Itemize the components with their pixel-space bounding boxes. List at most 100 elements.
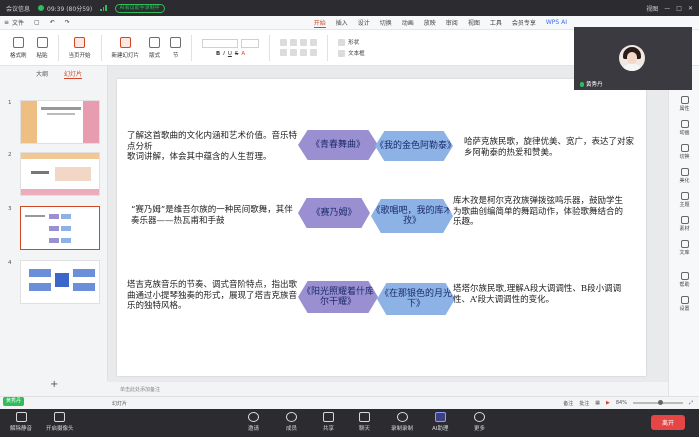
- invite-button[interactable]: 邀请: [248, 412, 259, 432]
- row1-left-text[interactable]: 了解这首歌曲的文化内涵和艺术价值。音乐特点分析 歌词讲解，体会其中蕴含的人生哲理…: [127, 131, 297, 163]
- textbox-button[interactable]: 文本框: [338, 49, 365, 57]
- leave-meeting-button[interactable]: 离开: [651, 415, 685, 430]
- ai-assistant-button[interactable]: AI助理: [432, 412, 448, 432]
- maximize-icon[interactable]: □: [676, 5, 682, 12]
- notes-toggle-button[interactable]: 备注: [563, 400, 573, 407]
- justify-icon[interactable]: [310, 49, 318, 56]
- row2-song-hex-2[interactable]: 《歌唱吧，我的库木孜》: [371, 199, 453, 233]
- font-color-icon[interactable]: A: [241, 51, 245, 57]
- members-button[interactable]: 成员: [286, 412, 297, 432]
- status-right: 备注 批注 ▦ ▶ 84% ⤢: [563, 400, 693, 407]
- current-slide[interactable]: 了解这首歌曲的文化内涵和艺术价值。音乐特点分析 歌词讲解，体会其中蕴含的人生哲理…: [117, 79, 646, 376]
- row3-right-text[interactable]: 塔塔尔族民歌,理解A段大调调性、B段小调调性、A’段大调调性的变化。: [453, 284, 633, 305]
- format-painter-button[interactable]: 格式刷: [10, 36, 27, 59]
- camera-button[interactable]: 开启摄像头: [46, 412, 74, 432]
- rail-library[interactable]: 文库: [669, 240, 699, 256]
- tab-animation[interactable]: 动画: [402, 18, 414, 27]
- thumbnail-image: [20, 152, 100, 196]
- unmute-button[interactable]: 解除静音: [10, 412, 32, 432]
- row2-right-text[interactable]: 库木孜是柯尔克孜族弹拨弦鸣乐器，鼓励学生为歌曲创编简单的舞蹈动作，体验歌舞结合的…: [453, 196, 629, 228]
- slide-thumb-2[interactable]: 2: [8, 152, 100, 196]
- shape-button[interactable]: 形状: [338, 38, 359, 46]
- wps-ai-button[interactable]: WPS AI: [546, 19, 567, 26]
- undo-icon[interactable]: ↶: [50, 19, 55, 26]
- layout-button[interactable]: 版式: [149, 36, 160, 59]
- align-left-icon[interactable]: [280, 49, 288, 56]
- zoom-slider[interactable]: [632, 400, 683, 405]
- rail-materials[interactable]: 素材: [669, 216, 699, 232]
- rail-theme[interactable]: 主题: [669, 192, 699, 208]
- slide-thumb-4[interactable]: 4: [8, 260, 100, 304]
- italic-icon[interactable]: I: [223, 51, 225, 57]
- save-icon[interactable]: ▢: [34, 19, 40, 26]
- tab-transition[interactable]: 切换: [380, 18, 392, 27]
- rail-beautify[interactable]: 美化: [669, 168, 699, 184]
- tab-review[interactable]: 审阅: [446, 18, 458, 27]
- help-icon: [680, 272, 689, 280]
- tab-slideshow[interactable]: 放映: [424, 18, 436, 27]
- minimize-icon[interactable]: —: [664, 5, 670, 12]
- row2-song-hex-1[interactable]: 《赛乃姆》: [298, 198, 370, 228]
- participant-video-tile[interactable]: 黄秀丹: [574, 27, 692, 90]
- font-size-select[interactable]: [241, 38, 260, 48]
- library-icon: [680, 240, 689, 248]
- section-button[interactable]: 节: [170, 36, 182, 59]
- from-current-slide-button[interactable]: 当页开始: [69, 36, 91, 59]
- row3-left-text[interactable]: 塔吉克族音乐的节奏、调式音阶特点，指出歌曲通过小提琴独奏的形式，展现了塔吉克族音…: [127, 280, 299, 312]
- rail-animation[interactable]: 动画: [669, 120, 699, 136]
- row3-song-hex-1[interactable]: 《阳光照耀着什库尔干耀》: [298, 281, 378, 313]
- new-slide-button[interactable]: 新建幻灯片: [112, 36, 139, 59]
- strike-icon[interactable]: S: [235, 51, 239, 57]
- underline-icon[interactable]: U: [228, 51, 232, 57]
- font-name-select[interactable]: [202, 38, 239, 48]
- participant-name-label: 黄秀丹: [580, 80, 603, 88]
- add-slide-button[interactable]: +: [50, 379, 58, 390]
- rail-settings[interactable]: 设置: [669, 296, 699, 312]
- tab-slides[interactable]: 幻灯片: [64, 69, 83, 79]
- status-bar: 幻灯片 备注 批注 ▦ ▶ 84% ⤢: [0, 396, 699, 409]
- chat-button[interactable]: 聊天: [359, 412, 370, 432]
- row2-left-text[interactable]: “赛乃姆”是维吾尔族的一种民间歌舞，其伴奏乐器——热瓦甫和手鼓: [131, 205, 299, 226]
- more-button[interactable]: 更多: [474, 412, 485, 432]
- view-button[interactable]: 视图: [646, 4, 658, 13]
- tab-view[interactable]: 视图: [468, 18, 480, 27]
- tab-member[interactable]: 会员专享: [512, 18, 536, 27]
- rail-properties[interactable]: 属性: [669, 96, 699, 112]
- slide-info: 幻灯片: [112, 400, 128, 407]
- tab-design[interactable]: 设计: [358, 18, 370, 27]
- row1-right-text[interactable]: 哈萨克族民歌，旋律优美、宽广，表达了对家乡阿勒泰的热爱和赞美。: [464, 137, 636, 158]
- row3-song-hex-2[interactable]: 《在那银色的月光下》: [377, 283, 455, 315]
- numbered-list-icon[interactable]: [290, 39, 298, 46]
- rail-help[interactable]: 帮助: [669, 272, 699, 288]
- slide-thumb-3[interactable]: 3: [8, 206, 100, 250]
- indent-icon[interactable]: [300, 39, 308, 46]
- row1-song-hex-1[interactable]: 《青春舞曲》: [298, 130, 378, 160]
- tab-tools[interactable]: 工具: [490, 18, 502, 27]
- ai-record-status-badge[interactable]: AI会议助手录制中: [114, 3, 165, 13]
- rail-transition[interactable]: 切换: [669, 144, 699, 160]
- slide-thumb-1[interactable]: 1: [8, 100, 100, 144]
- align-right-icon[interactable]: [300, 49, 308, 56]
- zoom-level[interactable]: 84%: [616, 400, 627, 406]
- file-menu[interactable]: ≡ 文件: [4, 18, 24, 27]
- share-icon: [323, 412, 334, 422]
- tab-home[interactable]: 开始: [313, 18, 326, 28]
- close-icon[interactable]: ✕: [688, 5, 693, 12]
- notes-input[interactable]: 单击此处添加备注: [116, 384, 666, 396]
- comments-toggle-button[interactable]: 批注: [579, 400, 589, 407]
- slideshow-play-icon[interactable]: ▶: [606, 400, 610, 406]
- redo-icon[interactable]: ↷: [65, 19, 70, 26]
- normal-view-icon[interactable]: ▦: [595, 400, 600, 406]
- bullet-list-icon[interactable]: [280, 39, 288, 46]
- line-spacing-icon[interactable]: [310, 39, 318, 46]
- bold-icon[interactable]: B: [216, 51, 220, 57]
- paste-button[interactable]: 粘贴: [36, 36, 48, 59]
- share-button[interactable]: 共享: [323, 412, 334, 432]
- meeting-info-button[interactable]: 会议信息: [6, 4, 30, 13]
- fit-window-icon[interactable]: ⤢: [689, 400, 693, 406]
- recording-button[interactable]: 录制录制: [391, 412, 413, 432]
- tab-insert[interactable]: 插入: [336, 18, 348, 27]
- row1-song-hex-2[interactable]: 《我的金色阿勒泰》: [375, 131, 453, 161]
- align-center-icon[interactable]: [290, 49, 298, 56]
- tab-outline[interactable]: 大纲: [36, 69, 48, 79]
